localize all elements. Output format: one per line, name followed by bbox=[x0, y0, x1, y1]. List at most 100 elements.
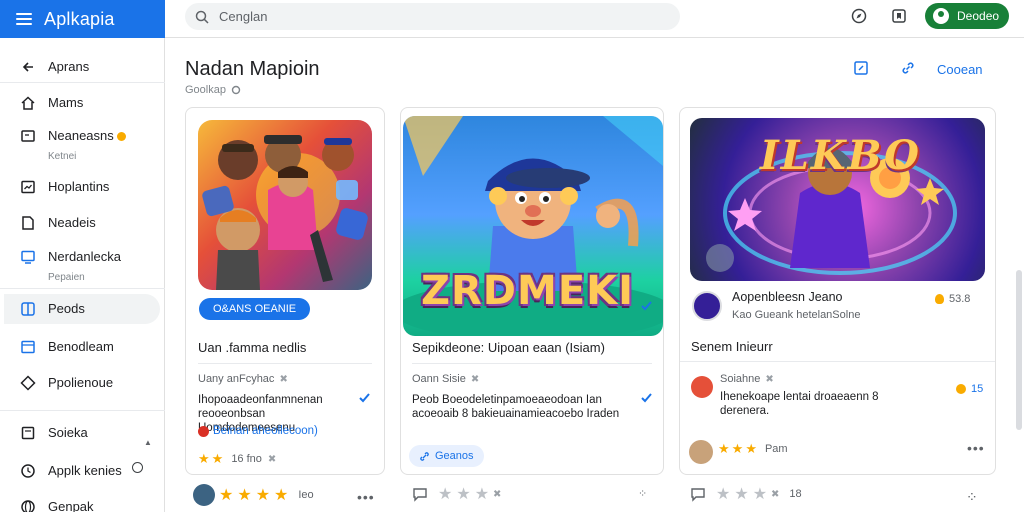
card-footer: ★ ★ ★ ✖ bbox=[412, 484, 501, 504]
card-link[interactable]: Beinan aheollecoon) bbox=[198, 425, 318, 437]
pin-icon[interactable]: ✖ bbox=[765, 374, 773, 385]
game-card[interactable]: O&ANS OEANIE Uan .famma nedlis Uany anFc… bbox=[185, 107, 385, 475]
scrollbar[interactable] bbox=[1016, 270, 1022, 430]
document-icon bbox=[22, 216, 34, 230]
sidebar-item-home[interactable]: Mams bbox=[4, 90, 160, 116]
search-icon bbox=[195, 10, 209, 24]
game-title-banner: ILKBO bbox=[760, 132, 921, 179]
settings-icon[interactable] bbox=[231, 85, 241, 95]
search-box[interactable] bbox=[185, 3, 680, 30]
home-icon bbox=[21, 96, 35, 110]
game-title-banner: ZRDMEKI bbox=[421, 268, 635, 314]
divider bbox=[198, 363, 372, 364]
coin-icon bbox=[956, 384, 966, 394]
sidebar-item-back[interactable]: Aprans bbox=[4, 54, 160, 80]
game-card[interactable]: ZRDMEKI Sepikdeone: Uipoan eaan (Isiam) … bbox=[400, 107, 664, 475]
window-icon bbox=[21, 340, 35, 354]
sidebar-item-genpak[interactable]: Genpak bbox=[4, 494, 160, 512]
globe-icon bbox=[21, 500, 35, 512]
review-count-value: 15 bbox=[971, 383, 984, 395]
rating-label: 16 fno bbox=[231, 453, 262, 465]
rating-stars[interactable]: ★ ★ 16 fno ✖ bbox=[198, 451, 276, 467]
game-artwork[interactable]: ILKBO bbox=[690, 118, 985, 281]
divider bbox=[680, 361, 995, 362]
sidebar-item-soieka[interactable]: Soieka bbox=[4, 420, 160, 446]
card-body: Peob Boeodeletinpamoeaeodoan Ian acoeoai… bbox=[412, 394, 620, 420]
developer-sub: Kao Gueank hetelanSolne bbox=[732, 309, 861, 321]
app-title: Aplkapia bbox=[44, 8, 115, 29]
more-options-icon[interactable]: ⁘ bbox=[966, 489, 979, 506]
message-icon bbox=[21, 130, 35, 142]
square-icon bbox=[21, 426, 35, 440]
rating-stars[interactable]: ★ ★ ★ Pam bbox=[718, 441, 788, 457]
sidebar-item-hoplantins[interactable]: Hoplantins bbox=[4, 174, 160, 200]
star-icon: ★ bbox=[438, 486, 453, 503]
rating-badge: 53.8 bbox=[935, 293, 970, 305]
card-footer: ★ ★ ★ ★ Ieo bbox=[193, 484, 314, 506]
compass-icon[interactable] bbox=[850, 7, 868, 25]
sidebar-item-messages[interactable]: Neaneasns Ketnei bbox=[4, 124, 160, 164]
pin-icon[interactable]: ✖ bbox=[771, 489, 779, 500]
card-footer: ★ ★ ★ ✖ 18 bbox=[690, 484, 802, 504]
sidebar-item-peods[interactable]: Peods bbox=[4, 294, 160, 324]
search-input[interactable] bbox=[219, 9, 619, 24]
pin-icon[interactable]: ✖ bbox=[493, 489, 501, 500]
card-meta: Oann Sisie ✖ bbox=[412, 373, 479, 385]
sidebar-item-neadeis[interactable]: Neadeis bbox=[4, 210, 160, 236]
bookmark-icon[interactable] bbox=[890, 7, 908, 25]
sidebar-item-sublabel: Ketnei bbox=[48, 151, 77, 162]
comment-icon[interactable] bbox=[412, 486, 428, 502]
pin-icon[interactable]: ✖ bbox=[471, 374, 479, 385]
user-avatar[interactable] bbox=[689, 440, 713, 464]
developer-name[interactable]: Aopenbleesn Jeano bbox=[732, 290, 843, 304]
card-headline: Sepikdeone: Uipoan eaan (Isiam) bbox=[412, 340, 605, 355]
more-options-icon[interactable]: ••• bbox=[357, 489, 375, 505]
app-brand: Aplkapia bbox=[0, 0, 165, 38]
header-action-link[interactable]: Cooean bbox=[937, 62, 983, 77]
rating-label: Pam bbox=[764, 443, 788, 455]
signin-label: Deodeo bbox=[957, 9, 1000, 23]
star-icon: ★ bbox=[237, 487, 252, 504]
pin-icon[interactable]: ✖ bbox=[268, 454, 276, 465]
game-artwork[interactable]: ZRDMEKI bbox=[403, 116, 663, 336]
user-avatar[interactable] bbox=[193, 484, 215, 506]
sidebar-item-nerdanlecka[interactable]: Nerdanlecka Pepaien bbox=[4, 244, 160, 286]
star-icon: ★ bbox=[255, 487, 271, 504]
sidebar-item-label: Nerdanlecka bbox=[48, 249, 121, 264]
more-options-icon[interactable]: ••• bbox=[967, 440, 985, 456]
card-meta: Uany anFcyhac ✖ bbox=[198, 373, 288, 385]
top-bar: Deodeo bbox=[165, 0, 1024, 38]
edit-icon[interactable] bbox=[853, 60, 869, 76]
game-card[interactable]: ILKBO Aopenbleesn Jeano Kao Gueank hetel… bbox=[679, 107, 996, 475]
reviewer-avatar[interactable] bbox=[691, 376, 713, 398]
star-icon: ★ bbox=[274, 487, 289, 504]
star-icon: ★ bbox=[734, 486, 749, 503]
signin-button[interactable]: Deodeo bbox=[925, 3, 1009, 29]
star-icon: ★ bbox=[718, 441, 730, 456]
star-icon: ★ bbox=[219, 487, 234, 504]
sidebar-item-ppolienoue[interactable]: Ppolienoue bbox=[4, 370, 160, 396]
link-icon bbox=[420, 451, 429, 461]
star-icon: ★ bbox=[474, 486, 490, 503]
sidebar-item-label: Neaneasns bbox=[48, 128, 114, 143]
card-headline: Senem Inieurr bbox=[691, 339, 773, 354]
footer-label: Ieo bbox=[298, 489, 314, 501]
comment-icon[interactable] bbox=[690, 486, 706, 502]
star-icon: ★ bbox=[731, 441, 744, 456]
developer-avatar[interactable] bbox=[692, 291, 722, 321]
sidebar-item-applk-kenies[interactable]: Applk kenies bbox=[4, 458, 160, 484]
verified-icon bbox=[359, 393, 370, 403]
sidebar-item-label: Ppolienoue bbox=[48, 375, 114, 390]
game-artwork[interactable] bbox=[198, 120, 372, 290]
tag-pill[interactable]: Geanos bbox=[409, 445, 484, 467]
sidebar-item-label: Applk kenies bbox=[48, 463, 122, 478]
sidebar-item-label: Soieka bbox=[48, 425, 88, 440]
more-options-icon[interactable]: ⁘ bbox=[638, 487, 648, 500]
menu-icon[interactable] bbox=[16, 13, 32, 25]
sidebar-item-benodleam[interactable]: Benodleam bbox=[4, 334, 160, 360]
review-count[interactable]: 15 bbox=[956, 383, 983, 395]
category-pill[interactable]: O&ANS OEANIE bbox=[199, 298, 311, 320]
link-icon[interactable] bbox=[900, 60, 916, 76]
pin-icon[interactable]: ✖ bbox=[279, 374, 287, 385]
sidebar-item-label: Peods bbox=[48, 301, 85, 316]
